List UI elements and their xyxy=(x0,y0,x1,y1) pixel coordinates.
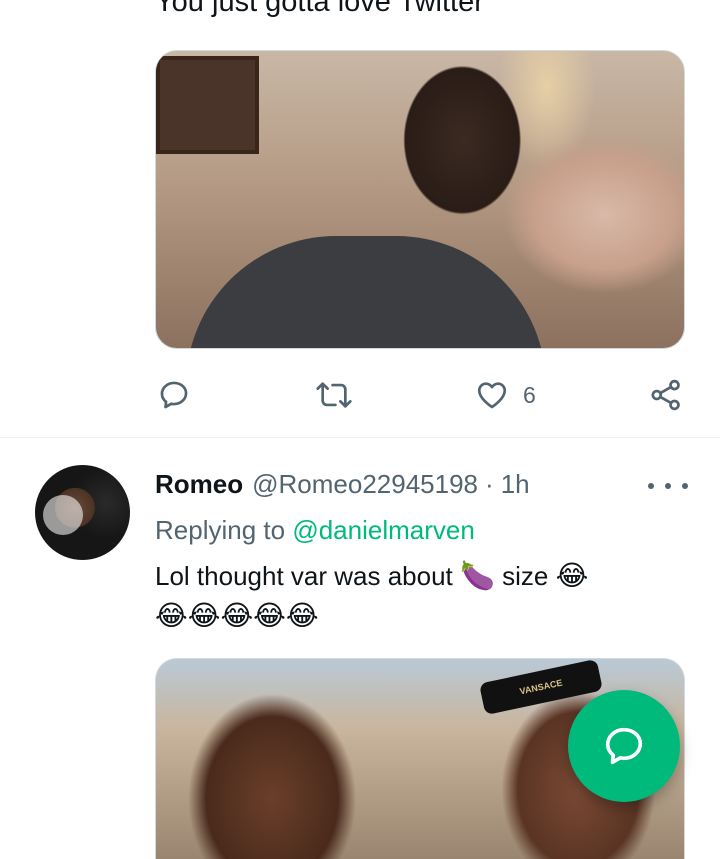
laughing-emoji: 😂 xyxy=(220,599,254,632)
laughing-emoji: 😂 xyxy=(155,599,188,632)
author-name[interactable]: Romeo xyxy=(155,469,243,500)
reply-icon xyxy=(160,381,188,409)
more-icon xyxy=(648,483,688,489)
share-icon xyxy=(651,379,680,411)
tweet-action-bar: 6 xyxy=(155,378,685,414)
like-count: 6 xyxy=(523,381,536,408)
laughing-emoji: 😂 xyxy=(253,599,286,632)
compose-reply-icon xyxy=(605,727,643,765)
replying-to-line: Replying to @danielmarven xyxy=(155,515,475,546)
tweet-text: Lol thought var was about 🍆 size 😂 😂😂😂😂😂 xyxy=(155,556,675,636)
laughing-emoji: 😂 xyxy=(555,559,589,592)
tweet-image[interactable] xyxy=(155,50,685,349)
tweet-text-part2: size xyxy=(502,561,549,591)
image-background-frame xyxy=(156,56,259,154)
tweet-text-part1: Lol thought var was about xyxy=(155,561,453,591)
tweet-divider xyxy=(0,437,720,438)
replying-prefix: Replying to xyxy=(155,515,286,545)
share-button[interactable] xyxy=(649,378,683,412)
tweet-text-top: You just gotta love Twitter xyxy=(155,0,484,18)
more-options-button[interactable] xyxy=(648,480,688,492)
replying-to-mention[interactable]: @danielmarven xyxy=(292,515,474,545)
like-button[interactable]: 6 xyxy=(475,378,536,412)
heart-icon xyxy=(477,382,507,409)
author-handle[interactable]: @Romeo22945198 xyxy=(252,469,478,500)
avatar-highlight xyxy=(43,495,83,535)
avatar[interactable] xyxy=(35,465,130,560)
tweet-timestamp[interactable]: 1h xyxy=(501,469,530,500)
laughing-emoji: 😂 xyxy=(285,599,319,632)
image-person xyxy=(186,236,546,348)
header-separator: · xyxy=(485,469,494,499)
compose-reply-button[interactable] xyxy=(568,690,680,802)
reply-button[interactable] xyxy=(157,378,191,412)
tweet-header: Romeo @Romeo22945198 · 1h xyxy=(155,469,530,503)
retweet-icon xyxy=(316,382,352,408)
retweet-button[interactable] xyxy=(315,378,353,412)
laughing-emoji: 😂 xyxy=(187,599,221,632)
eggplant-emoji: 🍆 xyxy=(460,559,495,592)
